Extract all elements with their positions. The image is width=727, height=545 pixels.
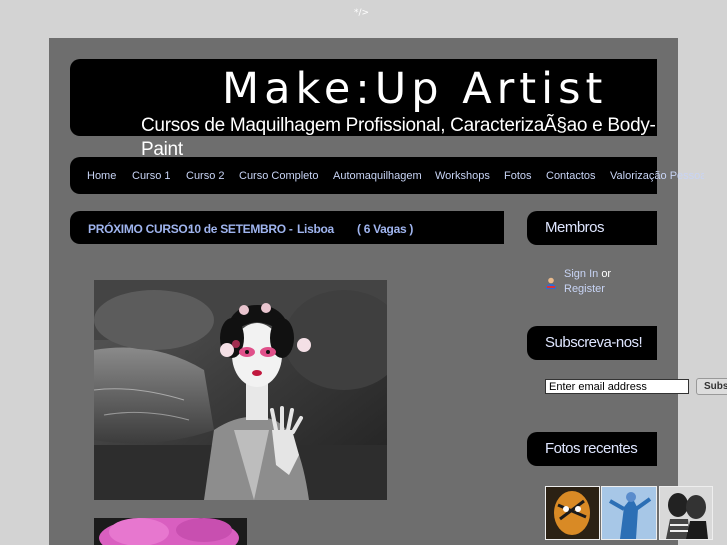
recent-photo-1-image bbox=[546, 487, 599, 539]
announcement-date: 10 de SETEMBRO - bbox=[188, 222, 293, 236]
sign-in-link[interactable]: Sign In bbox=[564, 268, 598, 280]
nav-curso-completo[interactable]: Curso Completo bbox=[239, 170, 318, 182]
featured-photo[interactable] bbox=[94, 280, 387, 500]
user-icon bbox=[546, 277, 556, 289]
site-tagline: Cursos de Maquilhagem Profissional, Cara… bbox=[141, 115, 656, 160]
subscribe-button[interactable]: Subs bbox=[696, 378, 727, 395]
nav-contactos[interactable]: Contactos bbox=[546, 170, 596, 182]
register-link[interactable]: Register bbox=[564, 283, 605, 295]
page-top-mark: */> bbox=[354, 8, 370, 18]
subscribe-title: Subscreva-nos! bbox=[545, 334, 643, 351]
second-photo-image bbox=[94, 518, 247, 545]
email-field[interactable]: Enter email address bbox=[545, 379, 689, 394]
featured-photo-image bbox=[94, 280, 387, 500]
nav-curso-2[interactable]: Curso 2 bbox=[186, 170, 225, 182]
nav-fotos[interactable]: Fotos bbox=[504, 170, 532, 182]
sign-in-or: or bbox=[601, 268, 612, 280]
recent-photo-2-image bbox=[602, 487, 656, 539]
recent-photo-1[interactable] bbox=[545, 486, 600, 540]
announcement-vacancies: ( 6 Vagas ) bbox=[357, 222, 414, 236]
nav-automaquilhagem[interactable]: Automaquilhagem bbox=[333, 170, 422, 182]
nav-valorizacao-pessoal[interactable]: Valorização Pessoal bbox=[610, 170, 704, 182]
members-title: Membros bbox=[545, 219, 605, 236]
photos-title: Fotos recentes bbox=[545, 440, 638, 457]
announcement-prefix: PRÓXIMO CURSO: bbox=[88, 222, 192, 236]
nav-home[interactable]: Home bbox=[87, 170, 116, 182]
second-photo[interactable] bbox=[94, 518, 247, 545]
recent-photo-2[interactable] bbox=[601, 486, 657, 540]
recent-photo-3-image bbox=[660, 487, 712, 539]
nav-workshops[interactable]: Workshops bbox=[435, 170, 490, 182]
announcement-city: Lisboa bbox=[297, 222, 334, 236]
nav-curso-1[interactable]: Curso 1 bbox=[132, 170, 171, 182]
member-links: Sign In or Register bbox=[564, 267, 611, 297]
site-title[interactable]: Make:Up Artist bbox=[222, 64, 607, 114]
recent-photo-3[interactable] bbox=[659, 486, 713, 540]
